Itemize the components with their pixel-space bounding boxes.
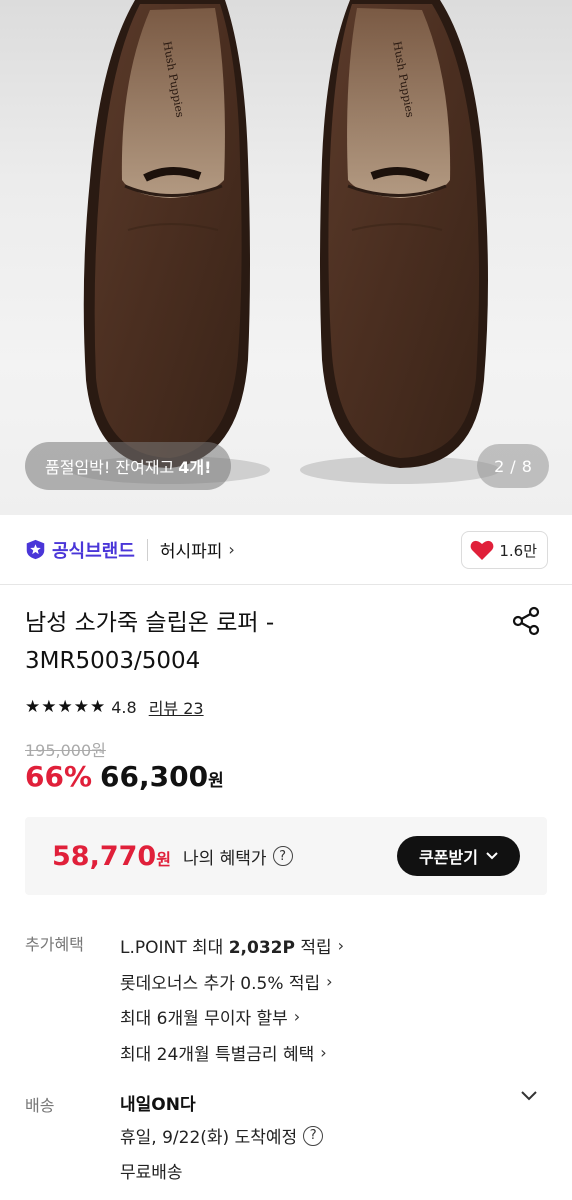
counter-separator: / bbox=[510, 456, 516, 476]
chevron-right-icon: › bbox=[337, 936, 345, 956]
arrival-text: 휴일, 9/22(화) 도착예정 bbox=[120, 1128, 298, 1148]
star-icon: ★ bbox=[41, 697, 57, 717]
product-photo: Hush Puppies Hush Puppies bbox=[70, 0, 500, 484]
original-price: 195,000원 bbox=[25, 741, 106, 760]
shipping-fee: 무료배송 bbox=[120, 1163, 183, 1183]
benefit-item[interactable]: 최대 24개월 특별금리 혜택 › bbox=[120, 1035, 344, 1071]
counter-total: 8 bbox=[521, 456, 532, 476]
image-counter: 2 / 8 bbox=[477, 444, 549, 488]
sale-price-value: 66,300 bbox=[100, 760, 209, 793]
star-icon: ★ bbox=[73, 697, 89, 717]
heart-icon bbox=[470, 540, 494, 560]
benefit-text: L.POINT 최대 2,032P 적립 bbox=[120, 933, 332, 958]
benefit-text: 롯데오너스 추가 0.5% 적립 bbox=[120, 973, 321, 994]
chevron-right-icon: › bbox=[293, 1007, 301, 1027]
benefits-label: 추가혜택 bbox=[25, 935, 84, 954]
benefit-item[interactable]: 롯데오너스 추가 0.5% 적립 › bbox=[120, 964, 344, 1000]
star-icon: ★ bbox=[57, 697, 73, 717]
chevron-down-icon[interactable] bbox=[520, 1090, 538, 1102]
like-count: 1.6만 bbox=[499, 541, 537, 560]
rating-stars: ★ ★ ★ ★ ★ bbox=[25, 697, 105, 717]
product-title-line1: 남성 소가죽 슬립온 로퍼 - bbox=[25, 610, 275, 636]
benefit-suffix: 적립 bbox=[294, 938, 332, 959]
chevron-down-icon bbox=[486, 852, 498, 860]
benefit-item[interactable]: 최대 6개월 무이자 할부 › bbox=[120, 999, 344, 1035]
coupon-box: 58,770원 나의 혜택가 ? 쿠폰받기 bbox=[25, 817, 547, 895]
chevron-right-icon: › bbox=[326, 971, 333, 991]
my-price-label-wrap: 나의 혜택가 ? bbox=[183, 844, 293, 869]
chevron-right-icon: › bbox=[228, 540, 235, 559]
star-icon: ★ bbox=[25, 697, 41, 717]
sale-currency: 원 bbox=[208, 771, 224, 791]
sale-price: 66,300원 bbox=[100, 760, 224, 793]
my-price-currency: 원 bbox=[156, 849, 171, 869]
chevron-right-icon: › bbox=[320, 1042, 327, 1062]
review-link[interactable]: 리뷰 23 bbox=[149, 695, 204, 719]
shield-star-icon bbox=[26, 539, 45, 560]
benefit-prefix: L.POINT 최대 bbox=[120, 938, 229, 959]
share-icon[interactable] bbox=[510, 605, 542, 637]
my-benefit-price: 58,770원 bbox=[52, 841, 171, 872]
brand-link[interactable]: 허시파피 › bbox=[160, 537, 235, 562]
shipping-title: 내일ON다 bbox=[120, 1094, 196, 1115]
rating-value: 4.8 bbox=[111, 697, 137, 717]
sale-price-row: 66% 66,300원 bbox=[25, 760, 224, 793]
official-brand-badge: 공식브랜드 bbox=[25, 537, 135, 563]
stock-count: 4개! bbox=[178, 458, 212, 477]
product-title: 남성 소가죽 슬립온 로퍼 - 3MR5003/5004 bbox=[25, 604, 475, 680]
get-coupon-button[interactable]: 쿠폰받기 bbox=[397, 836, 520, 876]
star-icon: ★ bbox=[90, 697, 106, 717]
rating-row: ★ ★ ★ ★ ★ 4.8 리뷰 23 bbox=[25, 695, 204, 719]
benefit-text: 최대 6개월 무이자 할부 bbox=[120, 1009, 288, 1030]
official-brand-label: 공식브랜드 bbox=[52, 540, 135, 562]
arrival-info: 휴일, 9/22(화) 도착예정 ? bbox=[120, 1118, 324, 1153]
benefits-list: L.POINT 최대 2,032P 적립 › 롯데오너스 추가 0.5% 적립 … bbox=[120, 928, 344, 1070]
divider bbox=[146, 538, 148, 561]
discount-rate: 66% bbox=[25, 760, 93, 793]
benefit-bold: 2,032P bbox=[228, 938, 295, 959]
low-stock-badge: 품절임박! 잔여재고 4개! bbox=[25, 442, 232, 490]
coupon-button-label: 쿠폰받기 bbox=[419, 848, 478, 867]
product-title-line2: 3MR5003/5004 bbox=[25, 648, 201, 674]
product-image-gallery[interactable]: Hush Puppies Hush Puppies 품절임박! 잔여재고 4개!… bbox=[0, 0, 572, 515]
stock-text: 품절임박! 잔여재고 bbox=[45, 458, 175, 477]
brand-row: 공식브랜드 허시파피 › 1.6만 bbox=[0, 515, 572, 585]
my-price-label: 나의 혜택가 bbox=[182, 848, 267, 869]
my-price-value: 58,770 bbox=[52, 840, 157, 872]
benefit-text: 최대 24개월 특별금리 혜택 bbox=[120, 1044, 315, 1065]
shipping-label: 배송 bbox=[25, 1096, 55, 1115]
help-icon[interactable]: ? bbox=[303, 1125, 324, 1146]
counter-current: 2 bbox=[494, 456, 505, 476]
benefit-item[interactable]: L.POINT 최대 2,032P 적립 › bbox=[120, 928, 344, 964]
brand-name: 허시파피 bbox=[159, 542, 223, 562]
shipping-info: 내일ON다 휴일, 9/22(화) 도착예정 ? 무료배송 bbox=[120, 1086, 324, 1188]
help-icon[interactable]: ? bbox=[272, 846, 293, 866]
like-button[interactable]: 1.6만 bbox=[461, 531, 548, 569]
